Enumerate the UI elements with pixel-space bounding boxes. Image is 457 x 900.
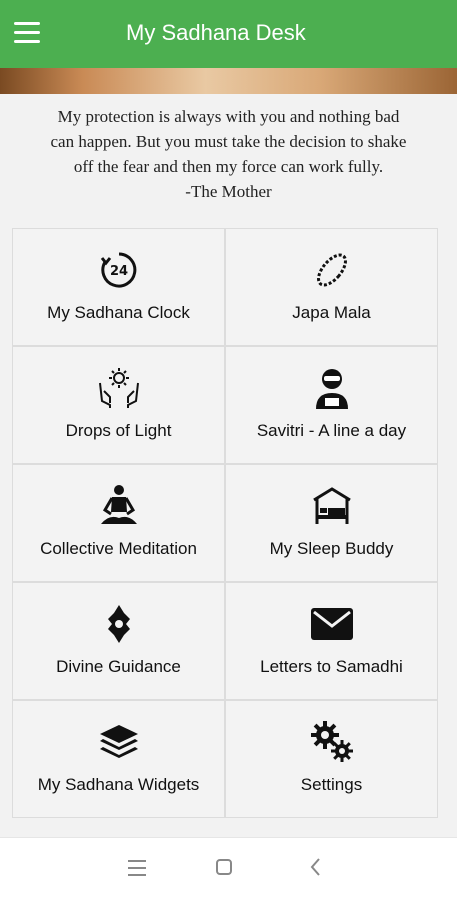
app-bar: My Sadhana Desk <box>0 0 457 68</box>
daily-quote: My protection is always with you and not… <box>0 104 457 204</box>
tile-sadhana-clock[interactable]: 24 My Sadhana Clock <box>13 229 224 345</box>
tile-settings[interactable]: Settings <box>226 701 437 817</box>
tile-label: Drops of Light <box>65 421 172 440</box>
tile-label: Letters to Samadhi <box>260 657 403 676</box>
tile-letters-to-samadhi[interactable]: Letters to Samadhi <box>226 583 437 699</box>
quote-line: My protection is always with you and not… <box>57 107 400 126</box>
quote-line: can happen. But you must take the decisi… <box>50 132 407 151</box>
tile-label: My Sadhana Widgets <box>37 775 200 794</box>
back-icon[interactable] <box>306 856 326 878</box>
menu-icon[interactable] <box>14 22 40 44</box>
tile-sadhana-widgets[interactable]: My Sadhana Widgets <box>13 701 224 817</box>
tile-divine-guidance[interactable]: Divine Guidance <box>13 583 224 699</box>
svg-text:24: 24 <box>109 264 127 279</box>
tile-label: Settings <box>300 775 363 794</box>
app-title: My Sadhana Desk <box>126 20 306 45</box>
mala-beads-icon <box>309 247 355 293</box>
tile-japa-mala[interactable]: Japa Mala <box>226 229 437 345</box>
tile-label: Japa Mala <box>292 303 371 322</box>
bed-icon <box>309 483 355 529</box>
quote-line: off the fear and then my force can work … <box>73 157 384 176</box>
quote-author: -The Mother <box>185 182 272 201</box>
divine-symbol-icon <box>96 601 142 647</box>
tile-label: My Sadhana Clock <box>47 303 190 322</box>
reader-icon <box>309 365 355 411</box>
meditation-icon <box>96 483 142 529</box>
gears-icon <box>309 719 355 765</box>
tile-label: Savitri - A line a day <box>256 421 407 440</box>
home-icon[interactable] <box>216 859 232 875</box>
tile-label: My Sleep Buddy <box>269 539 394 558</box>
praying-hands-icon <box>96 365 142 411</box>
header-image <box>0 68 457 94</box>
tile-drops-of-light[interactable]: Drops of Light <box>13 347 224 463</box>
clock-24-icon: 24 <box>96 247 142 293</box>
envelope-icon <box>309 601 355 647</box>
recent-apps-icon[interactable] <box>128 860 146 876</box>
tile-label: Divine Guidance <box>56 657 181 676</box>
layers-icon <box>96 719 142 765</box>
feature-grid: 24 My Sadhana Clock Japa Mala Drops of L… <box>12 228 438 818</box>
tile-label: Collective Meditation <box>40 539 197 558</box>
system-nav-bar <box>0 837 457 900</box>
tile-collective-meditation[interactable]: Collective Meditation <box>13 465 224 581</box>
tile-sleep-buddy[interactable]: My Sleep Buddy <box>226 465 437 581</box>
tile-savitri[interactable]: Savitri - A line a day <box>226 347 437 463</box>
